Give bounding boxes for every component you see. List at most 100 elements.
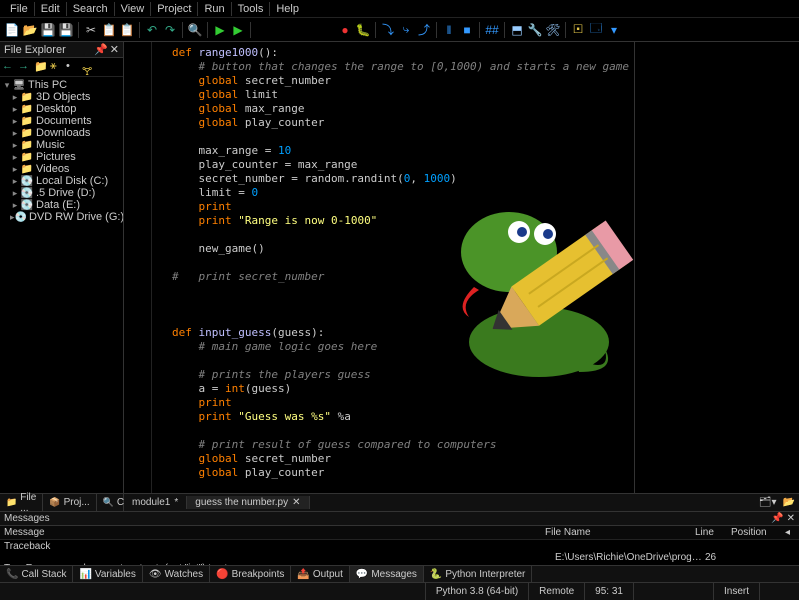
tree-item[interactable]: ▸📁3D Objects [0, 91, 123, 103]
tree-root[interactable]: ▾🖥 This PC [0, 79, 123, 91]
tree-item[interactable]: ▸💿DVD RW Drive (G:) [0, 211, 123, 223]
folder-icon: 📁 [20, 128, 34, 139]
terminal-icon[interactable]: 🞔 [570, 22, 586, 38]
menu-help[interactable]: Help [269, 2, 305, 16]
file-tree[interactable]: ▾🖥 This PC ▸📁3D Objects▸📁Desktop▸📁Docume… [0, 77, 123, 493]
tree-item-label: Data (E:) [36, 199, 80, 211]
wrench-icon[interactable]: 🛠 [545, 22, 561, 38]
open-folder-icon[interactable]: 📂 [22, 22, 38, 38]
status-position: 95: 31 [584, 583, 633, 600]
folder-icon: 📁 [20, 92, 34, 103]
refresh-icon[interactable]: • [66, 60, 80, 74]
tree-root-label: This PC [28, 79, 67, 91]
message-row[interactable]: E:\Users\Richie\OneDrive\progra...26 [4, 552, 795, 563]
tree-item[interactable]: ▸📁Documents [0, 115, 123, 127]
editor-vertical-guide [634, 42, 635, 493]
editor-tab[interactable]: guess the number.py✕ [187, 496, 309, 509]
run-config-icon[interactable]: ▶ [230, 22, 246, 38]
console-icon[interactable]: 🗔 [588, 22, 604, 38]
up-dir-icon[interactable]: 📁 [34, 60, 48, 74]
save-icon[interactable]: 💾 [40, 22, 56, 38]
status-python[interactable]: Python 3.8 (64-bit) [425, 583, 528, 600]
new-file-icon[interactable]: 📄 [4, 22, 20, 38]
paste-icon[interactable]: 📋 [119, 22, 135, 38]
tree-item[interactable]: ▸📁Videos [0, 163, 123, 175]
cut-icon[interactable]: ✂ [83, 22, 99, 38]
menu-view[interactable]: View [114, 2, 151, 16]
messages-header-row: Message File Name Line Position ◂ [0, 526, 799, 540]
col-line[interactable]: Line [695, 527, 731, 538]
bookmark-icon[interactable]: ⬒ [509, 22, 525, 38]
sidebar: File Explorer 📌 ✕ ← → 📁 ⚹ • 🝖 ▾🖥 This PC… [0, 42, 124, 511]
status-insert[interactable]: Insert [713, 583, 759, 600]
menu-project[interactable]: Project [150, 2, 197, 16]
menu-tools[interactable]: Tools [231, 2, 270, 16]
copy-icon[interactable]: 📋 [101, 22, 117, 38]
step-out-icon[interactable]: ⤴ [416, 22, 432, 38]
messages-pin-icon[interactable]: 📌 [771, 513, 783, 524]
menubar: FileEditSearchViewProjectRunToolsHelp [0, 0, 799, 18]
folder-icon: 📁 [20, 104, 34, 115]
stop-icon[interactable]: ■ [459, 22, 475, 38]
tree-item-label: Pictures [36, 151, 76, 163]
tree-item[interactable]: ▸💽Data (E:) [0, 199, 123, 211]
back-icon[interactable]: ← [2, 60, 16, 74]
scroll-left-icon[interactable]: ◂ [785, 527, 795, 538]
col-filename[interactable]: File Name [545, 527, 695, 538]
undo-icon[interactable]: ↶ [144, 22, 160, 38]
run-icon[interactable]: ▶ [212, 22, 228, 38]
record-icon[interactable]: ● [337, 22, 353, 38]
dropdown-icon[interactable]: ▾ [606, 22, 622, 38]
menu-file[interactable]: File [4, 2, 34, 16]
step-into-icon[interactable]: ⤷ [398, 22, 414, 38]
messages-panel: Messages 📌 ✕ Message File Name Line Posi… [0, 511, 799, 565]
tree-item-label: DVD RW Drive (G:) [29, 211, 123, 223]
col-position[interactable]: Position [731, 527, 785, 538]
sidebar-tabs: 📁File ...📦Proj...🔍Cod... [0, 493, 123, 511]
pause-icon[interactable]: ‖ [441, 22, 457, 38]
tree-item[interactable]: ▸📁Pictures [0, 151, 123, 163]
file-explorer-toolbar: ← → 📁 ⚹ • 🝖 [0, 58, 123, 77]
indent-icon[interactable]: ## [484, 22, 500, 38]
debug-tab-call-stack[interactable]: 📞Call Stack [0, 566, 73, 582]
menu-run[interactable]: Run [197, 2, 230, 16]
tree-item[interactable]: ▸📁Desktop [0, 103, 123, 115]
tools-icon[interactable]: 🔧 [527, 22, 543, 38]
home-icon[interactable]: ⚹ [50, 60, 64, 74]
open-file-icon[interactable]: 📂 [783, 497, 795, 508]
forward-icon[interactable]: → [18, 60, 32, 74]
messages-body[interactable]: Traceback E:\Users\Richie\OneDrive\progr… [0, 540, 799, 565]
close-panel-icon[interactable]: ✕ [110, 43, 119, 56]
sidebar-tab[interactable]: 📦Proj... [43, 494, 96, 511]
close-tab-icon[interactable]: ✕ [292, 497, 300, 508]
debug-icon[interactable]: 🐛 [355, 22, 371, 38]
save-all-icon[interactable]: 💾 [58, 22, 74, 38]
redo-icon[interactable]: ↷ [162, 22, 178, 38]
sidebar-tab[interactable]: 📁File ... [0, 494, 43, 511]
code-lines[interactable]: def range1000(): # button that changes t… [164, 42, 799, 493]
tree-item[interactable]: ▸💽.5 Drive (D:) [0, 187, 123, 199]
debug-tab-python-interpreter[interactable]: 🐍Python Interpreter [424, 566, 533, 582]
tab-list-icon[interactable]: 🗂▾ [759, 497, 777, 508]
tree-item[interactable]: ▸📁Downloads [0, 127, 123, 139]
editor-tab[interactable]: module1* [124, 496, 187, 509]
tree-item[interactable]: ▸💽Local Disk (C:) [0, 175, 123, 187]
tree-item[interactable]: ▸📁Music [0, 139, 123, 151]
file-explorer-label: File Explorer [4, 44, 66, 56]
menu-edit[interactable]: Edit [34, 2, 66, 16]
message-row[interactable]: Traceback [4, 541, 795, 552]
status-remote[interactable]: Remote [528, 583, 584, 600]
filter-icon[interactable]: 🝖 [82, 60, 96, 74]
pin-icon[interactable]: 📌 [94, 43, 108, 56]
debug-tab-watches[interactable]: 👁Watches [143, 566, 210, 582]
debug-tab-breakpoints[interactable]: 🔴Breakpoints [210, 566, 291, 582]
step-over-icon[interactable]: ⤵ [380, 22, 396, 38]
messages-close-icon[interactable]: ✕ [787, 513, 795, 524]
menu-search[interactable]: Search [66, 2, 114, 16]
debug-tab-output[interactable]: 📤Output [291, 566, 349, 582]
debug-tab-variables[interactable]: 📊Variables [73, 566, 142, 582]
code-area[interactable]: def range1000(): # button that changes t… [124, 42, 799, 493]
col-message[interactable]: Message [4, 527, 545, 538]
search-icon[interactable]: 🔍 [187, 22, 203, 38]
debug-tab-messages[interactable]: 💬Messages [350, 566, 424, 582]
